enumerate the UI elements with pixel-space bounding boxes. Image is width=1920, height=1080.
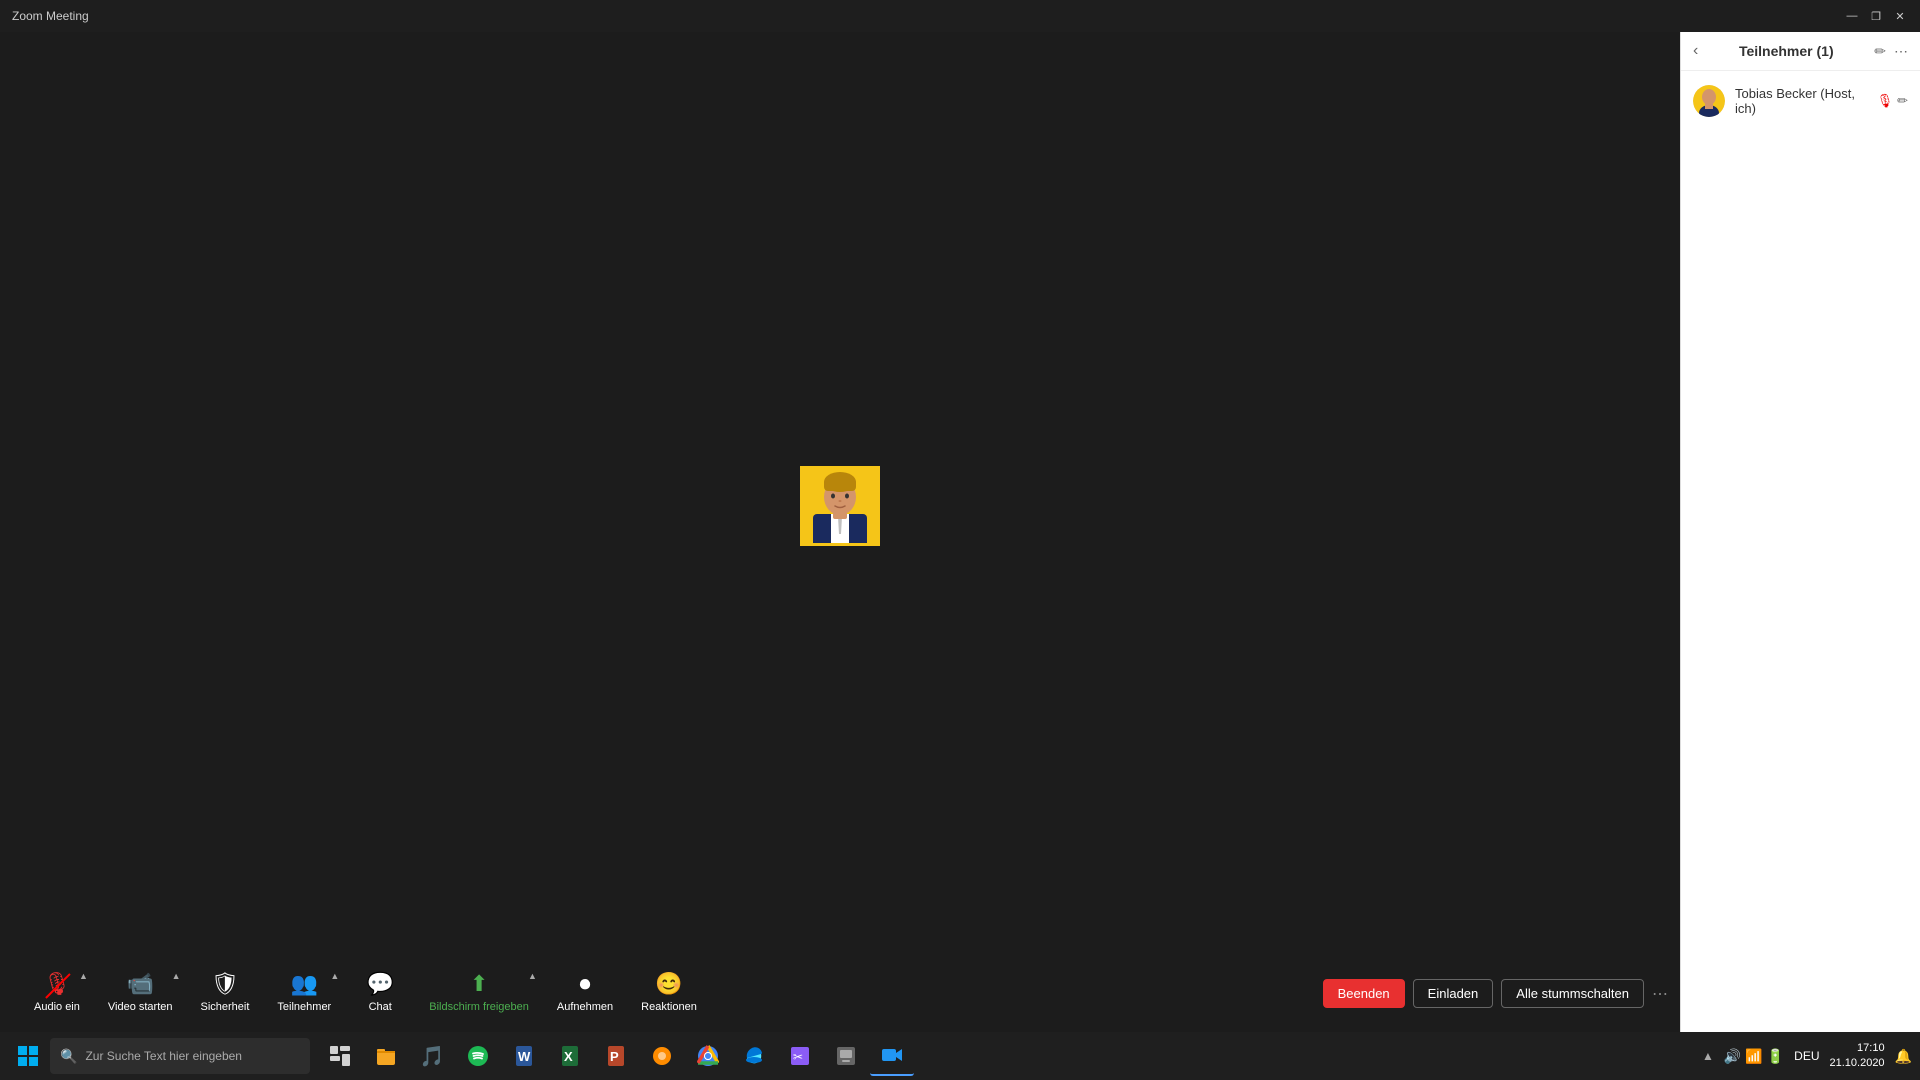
- taskbar-app-7[interactable]: [640, 1036, 684, 1076]
- panel-action-icons: ✏ ⋯: [1874, 43, 1908, 60]
- taskbar-powerpoint[interactable]: P: [594, 1036, 638, 1076]
- audio-button[interactable]: ▲ 🎙 Audio ein: [20, 965, 94, 1019]
- panel-search-icon[interactable]: ⋯: [1894, 43, 1908, 60]
- taskbar-clock[interactable]: 17:10 21.10.2020: [1830, 1041, 1885, 1072]
- participant-mic-muted-icon: 🎙: [1877, 93, 1894, 109]
- mute-all-button[interactable]: Alle stummschalten: [1501, 979, 1644, 1008]
- participants-panel-header: ‹ Teilnehmer (1) ✏ ⋯: [1681, 32, 1920, 71]
- participants-button[interactable]: ▲ 👥 Teilnehmer: [263, 965, 345, 1019]
- panel-edit-icon[interactable]: ✏: [1874, 43, 1886, 60]
- taskbar-language: DEU: [1794, 1049, 1819, 1063]
- taskbar-chrome[interactable]: [686, 1036, 730, 1076]
- title-bar: Zoom Meeting — ❐ ✕: [0, 0, 1920, 32]
- taskbar-volume-icon[interactable]: 📶: [1745, 1048, 1762, 1065]
- record-label: Aufnehmen: [557, 1001, 613, 1013]
- participants-arrow-icon: ▲: [330, 971, 339, 981]
- taskbar-right: ▲ 🔊 📶 🔋 DEU 17:10 21.10.2020 🔔: [1702, 1041, 1912, 1072]
- participant-item: Tobias Becker (Host, ich) 🎙 ✏: [1681, 79, 1920, 123]
- window-title: Zoom Meeting: [12, 9, 1844, 23]
- end-call-button[interactable]: Beenden: [1323, 979, 1405, 1008]
- participant-avatar: [800, 466, 880, 546]
- participant-avatar-thumb: [1693, 85, 1725, 117]
- taskbar-snip[interactable]: ✂: [778, 1036, 822, 1076]
- taskbar-task-view[interactable]: [318, 1036, 362, 1076]
- taskbar-edge-2[interactable]: [732, 1036, 776, 1076]
- taskbar-apps: 🎵 W X P: [318, 1036, 914, 1076]
- taskbar-search-icon: 🔍: [60, 1048, 77, 1065]
- audio-label: Audio ein: [34, 1001, 80, 1013]
- participants-btn-icon: 👥: [291, 971, 318, 997]
- close-button[interactable]: ✕: [1892, 8, 1908, 24]
- taskbar-explorer[interactable]: [364, 1036, 408, 1076]
- participants-panel: ‹ Teilnehmer (1) ✏ ⋯ Tobias Becker (Host…: [1680, 32, 1920, 1080]
- share-icon: ⬆: [470, 971, 488, 997]
- taskbar-excel[interactable]: X: [548, 1036, 592, 1076]
- taskbar-app-10[interactable]: [824, 1036, 868, 1076]
- maximize-button[interactable]: ❐: [1868, 8, 1884, 24]
- minimize-button[interactable]: —: [1844, 8, 1860, 24]
- audio-arrow-icon: ▲: [79, 971, 88, 981]
- security-button[interactable]: 🛡 Sicherheit: [187, 965, 264, 1019]
- share-label: Bildschirm freigeben: [429, 1001, 529, 1013]
- chat-label: Chat: [369, 1001, 392, 1013]
- taskbar-system-icons: 🔊 📶 🔋: [1724, 1048, 1784, 1065]
- participant-icons: 🎙 ✏: [1877, 93, 1908, 109]
- start-button[interactable]: [8, 1036, 48, 1076]
- taskbar-edge-1[interactable]: 🎵: [410, 1036, 454, 1076]
- reactions-button[interactable]: 😊 Reaktionen: [627, 965, 711, 1019]
- meeting-area: [0, 32, 1680, 980]
- avatar-image: [803, 469, 877, 543]
- security-btn-icon: 🛡: [211, 971, 239, 997]
- participant-name: Tobias Becker (Host, ich): [1735, 86, 1867, 116]
- participant-list: Tobias Becker (Host, ich) 🎙 ✏: [1681, 71, 1920, 131]
- more-options-icon[interactable]: ⋯: [1652, 984, 1668, 1004]
- svg-text:✂: ✂: [793, 1050, 803, 1064]
- reactions-label: Reaktionen: [641, 1001, 697, 1013]
- taskbar-word[interactable]: W: [502, 1036, 546, 1076]
- video-arrow-icon: ▲: [172, 971, 181, 981]
- share-screen-button[interactable]: ▲ ⬆ Bildschirm freigeben: [415, 965, 543, 1019]
- taskbar-time: 17:10: [1830, 1041, 1885, 1056]
- taskbar-notifications-icon[interactable]: 🔔: [1895, 1048, 1912, 1065]
- mic-icon: 🎙: [43, 971, 71, 997]
- taskbar-battery-icon[interactable]: 🔋: [1767, 1048, 1784, 1065]
- record-icon: ⏺: [580, 971, 591, 997]
- taskbar-search-placeholder: Zur Suche Text hier eingeben: [85, 1049, 242, 1063]
- record-button[interactable]: ⏺ Aufnehmen: [543, 965, 627, 1019]
- taskbar-date: 21.10.2020: [1830, 1056, 1885, 1071]
- einladen-button[interactable]: Einladen: [1413, 979, 1494, 1008]
- participants-panel-title: Teilnehmer (1): [1739, 43, 1834, 59]
- participants-label: Teilnehmer: [277, 1001, 331, 1013]
- security-label: Sicherheit: [201, 1001, 250, 1013]
- chat-button[interactable]: 💬 Chat: [345, 965, 415, 1019]
- bottom-actions: Beenden Einladen Alle stummschalten ⋯: [1323, 979, 1668, 1008]
- chat-icon: 💬: [367, 971, 394, 997]
- participant-pencil-icon: ✏: [1897, 93, 1908, 109]
- svg-text:P: P: [610, 1049, 619, 1064]
- taskbar-zoom[interactable]: [870, 1036, 914, 1076]
- video-icon: 📹: [126, 971, 153, 997]
- taskbar-spotify[interactable]: [456, 1036, 500, 1076]
- taskbar-search[interactable]: 🔍 Zur Suche Text hier eingeben: [50, 1038, 310, 1074]
- taskbar-tray-arrow[interactable]: ▲: [1702, 1049, 1714, 1063]
- svg-text:X: X: [564, 1049, 573, 1064]
- svg-text:W: W: [518, 1049, 531, 1064]
- video-label: Video starten: [108, 1001, 173, 1013]
- share-arrow-icon: ▲: [528, 971, 537, 981]
- video-button[interactable]: ▲ 📹 Video starten: [94, 965, 187, 1019]
- taskbar: 🔍 Zur Suche Text hier eingeben 🎵: [0, 1032, 1920, 1080]
- window-controls: — ❐ ✕: [1844, 8, 1908, 24]
- taskbar-network-icon[interactable]: 🔊: [1724, 1048, 1741, 1065]
- panel-collapse-button[interactable]: ‹: [1693, 42, 1698, 60]
- reactions-icon: 😊: [655, 971, 682, 997]
